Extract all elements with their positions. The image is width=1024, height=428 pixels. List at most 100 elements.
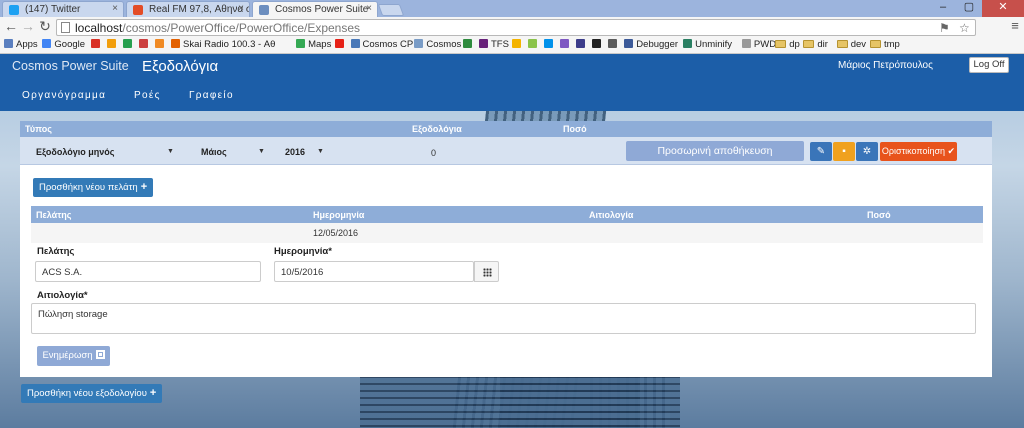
close-icon[interactable]: ×: [112, 3, 118, 14]
user-name[interactable]: Μάριος Πετρόπουλος: [838, 60, 933, 71]
translate-icon[interactable]: ⚑: [939, 21, 950, 35]
new-tab-button[interactable]: [377, 4, 405, 16]
table-row[interactable]: 12/05/2016: [31, 223, 983, 243]
customer-grid-header: Πελάτης Ημερομηνία Αιτιολογία Ποσό: [31, 206, 983, 223]
bookmark-item[interactable]: Debugger: [624, 39, 678, 50]
row-date: 12/05/2016: [313, 228, 359, 238]
bookmark-label: Unminify: [695, 39, 733, 50]
bookmark-item[interactable]: [334, 39, 347, 50]
maps-icon: [296, 39, 306, 48]
star-icon[interactable]: ☆: [959, 21, 970, 35]
bookmark-item[interactable]: dev: [836, 39, 866, 50]
date-input[interactable]: 10/5/2016: [274, 261, 474, 282]
calendar-button[interactable]: [474, 261, 499, 282]
col-reason: Αιτιολογία: [589, 210, 634, 220]
bookmark-item[interactable]: dp: [775, 39, 800, 50]
forward-icon[interactable]: →: [20, 19, 36, 35]
browser-tab-cosmos[interactable]: Cosmos Power Suite ×: [252, 1, 378, 17]
nav-link-office[interactable]: Γραφείο: [189, 90, 234, 101]
bookmark-item[interactable]: PWD: [741, 39, 776, 50]
update-button[interactable]: Ενημέρωση: [37, 346, 110, 366]
browser-tab-twitter[interactable]: (147) Twitter ×: [2, 1, 124, 17]
bookmark-icon-3: [139, 39, 148, 48]
close-icon[interactable]: ×: [238, 3, 244, 14]
window-close-button[interactable]: ✕: [982, 0, 1024, 17]
page-icon: [61, 22, 70, 33]
bookmark-item[interactable]: [544, 39, 556, 50]
expense-total: 0: [431, 148, 437, 158]
minimize-button[interactable]: –: [930, 0, 956, 17]
menu-icon[interactable]: ≡: [1008, 19, 1022, 33]
nav-link-org-chart[interactable]: Οργανόγραμμα: [22, 90, 106, 101]
smiley-icon: [512, 39, 522, 48]
bookmark-item[interactable]: [123, 39, 135, 50]
caret-down-icon: ▼: [258, 148, 265, 155]
tfs-icon: [479, 39, 488, 48]
caret-down-icon: ▼: [317, 148, 324, 155]
globe-icon: [350, 39, 360, 48]
bookmark-item[interactable]: [592, 39, 604, 50]
bookmark-item[interactable]: Cosmos: [414, 39, 461, 50]
bookmark-item[interactable]: TFS: [479, 39, 509, 50]
bookmark-item[interactable]: Apps: [4, 39, 38, 50]
bookmark-item[interactable]: [608, 39, 620, 50]
nav-link-flows[interactable]: Ροές: [134, 90, 161, 101]
bookmark-item[interactable]: [512, 39, 524, 50]
bookmark-item[interactable]: [463, 39, 475, 50]
year-select[interactable]: 2016 ▼: [285, 147, 325, 157]
col-expense: Εξοδολόγια: [412, 124, 462, 134]
bookmark-label: dp: [789, 39, 800, 50]
browser-tab-realfm[interactable]: Real FM 97,8, Αθηνα σ ×: [126, 1, 250, 17]
tab-label: (147) Twitter: [25, 4, 81, 15]
folder-icon: [836, 40, 848, 48]
browser-toolbar: ← → ↻ localhost/cosmos/PowerOffice/Power…: [0, 17, 1024, 37]
edit-icon[interactable]: ✎: [810, 142, 832, 161]
close-icon[interactable]: ×: [366, 3, 372, 14]
bookmark-item[interactable]: [155, 39, 167, 50]
add-expense-button[interactable]: Προσθήκη νέου εξοδολογίου +: [21, 384, 163, 403]
twitter-icon: [9, 5, 19, 15]
settings-icon[interactable]: ✲: [856, 142, 878, 161]
bookmark-item[interactable]: Cosmos CP: [350, 39, 413, 50]
apps-icon: [4, 39, 13, 48]
folder-icon: [803, 40, 815, 48]
bookmark-icon-6: [560, 39, 570, 48]
customer-panel: Προσθήκη νέου πελάτη + Πελάτης Ημερομηνία…: [20, 165, 992, 377]
brand-link[interactable]: Cosmos Power Suite: [12, 59, 129, 73]
bookmark-item[interactable]: Maps: [296, 39, 331, 50]
bookmark-item[interactable]: tmp: [870, 39, 900, 50]
back-icon[interactable]: ←: [3, 19, 19, 35]
bookmark-item[interactable]: [139, 39, 151, 50]
google-icon: [42, 39, 52, 48]
address-bar[interactable]: localhost/cosmos/PowerOffice/PowerOffice…: [56, 19, 976, 36]
bookmark-item[interactable]: [560, 39, 572, 50]
reason-textarea[interactable]: Πώληση storage: [31, 303, 976, 334]
bookmark-item[interactable]: [576, 39, 588, 50]
browser-tab-strip: (147) Twitter × Real FM 97,8, Αθηνα σ × …: [0, 0, 1024, 17]
bookmark-item[interactable]: Google: [42, 39, 85, 50]
save-icon[interactable]: ▪: [833, 142, 855, 161]
date-label: Ημερομηνία*: [274, 246, 332, 257]
page-title: Εξοδολόγια: [142, 58, 219, 75]
unminify-icon: [683, 39, 693, 48]
month-select[interactable]: Μάιος ▼: [201, 147, 265, 157]
bookmark-item[interactable]: [91, 39, 103, 50]
skai-icon: [171, 39, 180, 48]
temp-save-button[interactable]: Προσωρινή αποθήκευση: [626, 141, 804, 161]
bookmark-item[interactable]: [107, 39, 119, 50]
reload-icon[interactable]: ↻: [37, 19, 53, 35]
type-select[interactable]: Εξοδολόγιο μηνός ▼: [36, 147, 176, 157]
bookmark-item[interactable]: dir: [803, 39, 828, 50]
finalize-button[interactable]: Οριστικοποίηση ✔: [880, 142, 957, 161]
add-customer-button[interactable]: Προσθήκη νέου πελάτη +: [33, 178, 154, 197]
bookmark-label: tmp: [884, 39, 900, 50]
maximize-button[interactable]: ▢: [956, 0, 982, 17]
bookmark-item[interactable]: Unminify: [683, 39, 732, 50]
bookmark-label: Skai Radio 100.3 - Αθ: [183, 39, 276, 50]
expenses-grid-header: Τύπος Εξοδολόγια Ποσό: [20, 121, 992, 137]
bookmark-item[interactable]: [528, 39, 540, 50]
bookmark-item[interactable]: Skai Radio 100.3 - Αθ: [171, 39, 275, 50]
logoff-button[interactable]: Log Off: [969, 57, 1009, 73]
facebook-icon: [624, 39, 634, 48]
customer-input[interactable]: ACS S.A.: [35, 261, 261, 282]
